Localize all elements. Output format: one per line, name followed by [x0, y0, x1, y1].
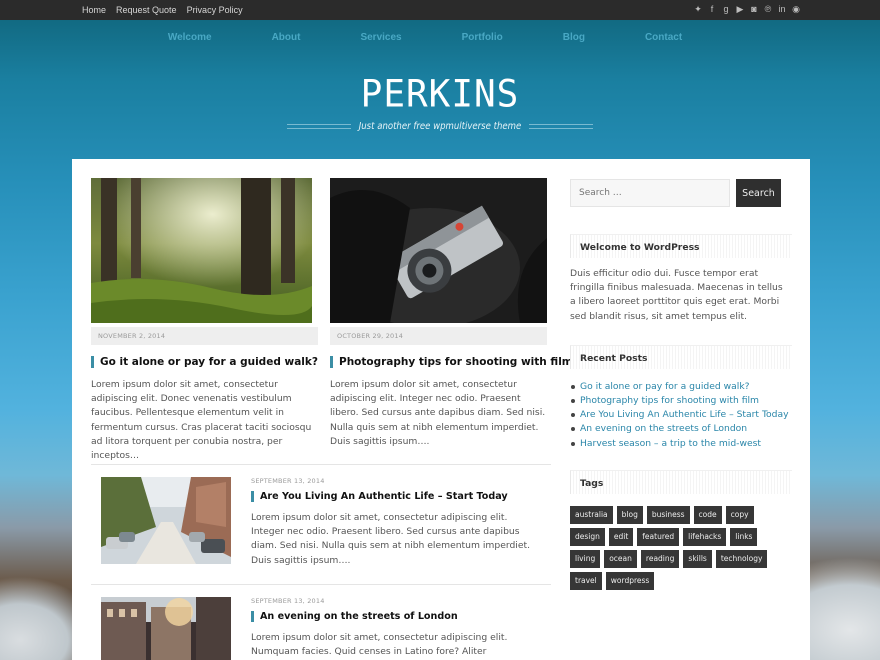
tag-cloud: australia blog business code copy design… [570, 505, 770, 590]
post-excerpt: Lorem ipsum dolor sit amet, consectetur … [330, 379, 546, 447]
recent-post-link[interactable]: Go it alone or pay for a guided walk? [570, 380, 792, 394]
tag-copy[interactable]: copy [725, 505, 754, 524]
post-thumbnail-forest[interactable] [91, 178, 312, 323]
tag-australia[interactable]: australia [570, 505, 613, 524]
pinterest-icon[interactable]: ℗ [764, 4, 772, 15]
tag-travel[interactable]: travel [570, 571, 602, 590]
site-tagline: Just another free wpmultiverse theme [358, 121, 522, 132]
top-link-home[interactable]: Home [82, 5, 106, 15]
widget-title-welcome: Welcome to WordPress [570, 234, 792, 258]
post-date: OCTOBER 29, 2014 [330, 327, 547, 345]
tag-blog[interactable]: blog [616, 505, 643, 524]
tag-links[interactable]: links [730, 527, 758, 546]
twitter-icon[interactable]: ✦ [694, 4, 702, 15]
post-thumbnail-london[interactable] [101, 597, 231, 660]
top-link-privacy-policy[interactable]: Privacy Policy [187, 5, 243, 15]
sidebar: Search Welcome to WordPress Duis efficit… [570, 179, 792, 590]
recent-post-link[interactable]: Photography tips for shooting with film [570, 394, 792, 408]
nav-item-services[interactable]: Services [360, 32, 401, 43]
top-bar: Home Request Quote Privacy Policy ✦ f g … [0, 0, 880, 20]
post-excerpt: Lorem ipsum dolor sit amet, consectetur … [251, 512, 531, 566]
main-nav: Welcome About Services Portfolio Blog Co… [0, 32, 880, 43]
widget-title-recent-posts: Recent Posts [570, 344, 792, 369]
site-title[interactable]: PERKINS [0, 73, 880, 116]
tag-edit[interactable]: edit [608, 527, 634, 546]
top-links: Home Request Quote Privacy Policy [82, 5, 243, 15]
tag-business[interactable]: business [646, 505, 690, 524]
nav-item-portfolio[interactable]: Portfolio [462, 32, 503, 43]
post-date: SEPTEMBER 13, 2014 [251, 597, 325, 605]
post-title[interactable]: An evening on the streets of London [251, 611, 531, 622]
linkedin-icon[interactable]: in [778, 4, 786, 15]
search-input[interactable] [570, 179, 730, 207]
post-title[interactable]: Photography tips for shooting with film [330, 356, 573, 368]
post-row: SEPTEMBER 13, 2014 Are You Living An Aut… [101, 477, 530, 568]
tagline-rule-right [529, 124, 594, 129]
post-card: OCTOBER 29, 2014 Photography tips for sh… [330, 178, 573, 449]
tag-reading[interactable]: reading [640, 549, 680, 568]
tag-ocean[interactable]: ocean [604, 549, 637, 568]
welcome-text: Duis efficitur odio dui. Fusce tempor er… [570, 268, 783, 322]
post-excerpt: Lorem ipsum dolor sit amet, consectetur … [91, 379, 312, 462]
post-date: NOVEMBER 2, 2014 [91, 327, 318, 345]
post-title[interactable]: Go it alone or pay for a guided walk? [91, 356, 318, 368]
post-date: SEPTEMBER 13, 2014 [251, 477, 325, 485]
facebook-icon[interactable]: f [708, 4, 716, 15]
recent-post-link[interactable]: Are You Living An Authentic Life – Start… [570, 408, 792, 422]
post-thumbnail-camera[interactable] [330, 178, 547, 328]
post-excerpt: Lorem ipsum dolor sit amet, consectetur … [251, 632, 508, 658]
recent-posts-list: Go it alone or pay for a guided walk? Ph… [570, 380, 792, 451]
tag-featured[interactable]: featured [637, 527, 680, 546]
nav-item-welcome[interactable]: Welcome [168, 32, 212, 43]
social-icons: ✦ f g ▶ ◙ ℗ in ◉ [694, 4, 800, 15]
post-divider [91, 584, 551, 585]
search-form: Search [570, 179, 792, 207]
recent-post-link[interactable]: An evening on the streets of London [570, 422, 792, 436]
tag-code[interactable]: code [693, 505, 722, 524]
google-plus-icon[interactable]: g [722, 4, 730, 15]
search-button[interactable]: Search [736, 179, 781, 207]
post-title[interactable]: Are You Living An Authentic Life – Start… [251, 491, 531, 502]
post-row: SEPTEMBER 13, 2014 An evening on the str… [101, 597, 507, 660]
instagram-icon[interactable]: ◙ [750, 4, 758, 15]
post-divider [91, 464, 551, 465]
tag-living[interactable]: living [570, 549, 601, 568]
post-card: NOVEMBER 2, 2014 Go it alone or pay for … [91, 178, 318, 463]
tag-lifehacks[interactable]: lifehacks [683, 527, 727, 546]
widget-title-tags: Tags [570, 469, 792, 494]
top-link-request-quote[interactable]: Request Quote [116, 5, 177, 15]
tag-wordpress[interactable]: wordpress [605, 571, 655, 590]
post-meta: SEPTEMBER 13, 2014 An evening on the str… [251, 597, 531, 660]
tag-technology[interactable]: technology [715, 549, 768, 568]
tagline-rule-left [286, 124, 351, 129]
tag-skills[interactable]: skills [683, 549, 712, 568]
content-area: NOVEMBER 2, 2014 Go it alone or pay for … [72, 159, 810, 660]
post-thumbnail-street[interactable] [101, 477, 231, 564]
tag-design[interactable]: design [570, 527, 605, 546]
nav-item-contact[interactable]: Contact [645, 32, 682, 43]
rss-icon[interactable]: ◉ [792, 4, 800, 15]
tagline-row: Just another free wpmultiverse theme [0, 121, 880, 132]
recent-post-link[interactable]: Harvest season – a trip to the mid-west [570, 437, 792, 451]
nav-item-blog[interactable]: Blog [563, 32, 585, 43]
post-meta: SEPTEMBER 13, 2014 Are You Living An Aut… [251, 477, 531, 568]
nav-item-about[interactable]: About [272, 32, 301, 43]
youtube-icon[interactable]: ▶ [736, 4, 744, 15]
